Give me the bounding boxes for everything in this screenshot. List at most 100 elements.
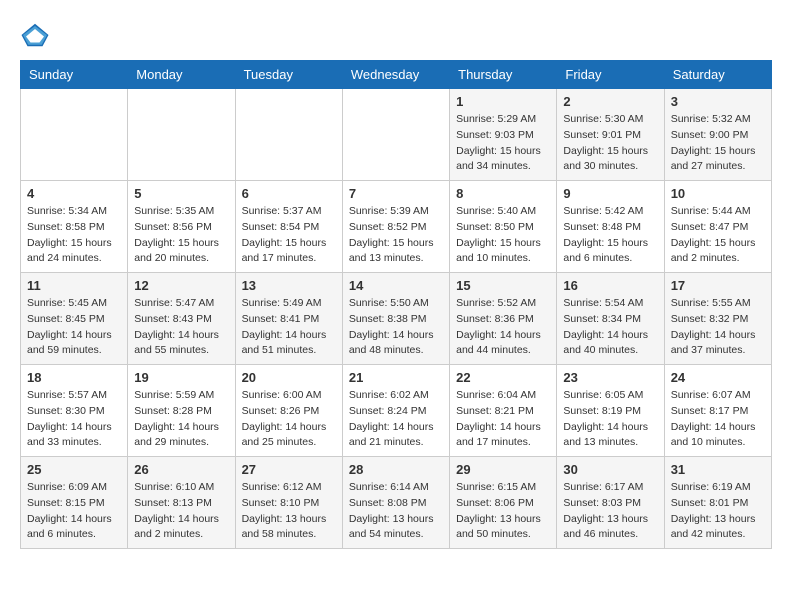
- calendar-week-row: 4 Sunrise: 5:34 AMSunset: 8:58 PMDaylight…: [21, 181, 772, 273]
- calendar-cell: 7 Sunrise: 5:39 AMSunset: 8:52 PMDaylight…: [342, 181, 449, 273]
- col-header-monday: Monday: [128, 61, 235, 89]
- calendar-cell: 16 Sunrise: 5:54 AMSunset: 8:34 PMDayligh…: [557, 273, 664, 365]
- day-info: Sunrise: 6:10 AMSunset: 8:13 PMDaylight:…: [134, 480, 228, 543]
- day-info: Sunrise: 5:35 AMSunset: 8:56 PMDaylight:…: [134, 204, 228, 267]
- day-info: Sunrise: 5:42 AMSunset: 8:48 PMDaylight:…: [563, 204, 657, 267]
- calendar-cell: 3 Sunrise: 5:32 AMSunset: 9:00 PMDaylight…: [664, 89, 771, 181]
- calendar-cell: 15 Sunrise: 5:52 AMSunset: 8:36 PMDayligh…: [450, 273, 557, 365]
- day-info: Sunrise: 6:07 AMSunset: 8:17 PMDaylight:…: [671, 388, 765, 451]
- day-number: 4: [27, 186, 121, 201]
- day-number: 27: [242, 462, 336, 477]
- calendar-cell: 28 Sunrise: 6:14 AMSunset: 8:08 PMDayligh…: [342, 457, 449, 549]
- calendar-cell: 4 Sunrise: 5:34 AMSunset: 8:58 PMDaylight…: [21, 181, 128, 273]
- calendar-cell: 17 Sunrise: 5:55 AMSunset: 8:32 PMDayligh…: [664, 273, 771, 365]
- day-number: 7: [349, 186, 443, 201]
- calendar-cell: 1 Sunrise: 5:29 AMSunset: 9:03 PMDaylight…: [450, 89, 557, 181]
- day-number: 8: [456, 186, 550, 201]
- calendar-cell: 13 Sunrise: 5:49 AMSunset: 8:41 PMDayligh…: [235, 273, 342, 365]
- day-number: 10: [671, 186, 765, 201]
- day-info: Sunrise: 5:50 AMSunset: 8:38 PMDaylight:…: [349, 296, 443, 359]
- day-info: Sunrise: 5:34 AMSunset: 8:58 PMDaylight:…: [27, 204, 121, 267]
- calendar-cell: 22 Sunrise: 6:04 AMSunset: 8:21 PMDayligh…: [450, 365, 557, 457]
- day-info: Sunrise: 5:39 AMSunset: 8:52 PMDaylight:…: [349, 204, 443, 267]
- day-info: Sunrise: 5:44 AMSunset: 8:47 PMDaylight:…: [671, 204, 765, 267]
- calendar-cell: 25 Sunrise: 6:09 AMSunset: 8:15 PMDayligh…: [21, 457, 128, 549]
- day-info: Sunrise: 5:37 AMSunset: 8:54 PMDaylight:…: [242, 204, 336, 267]
- calendar-cell: [128, 89, 235, 181]
- day-info: Sunrise: 5:54 AMSunset: 8:34 PMDaylight:…: [563, 296, 657, 359]
- day-info: Sunrise: 6:02 AMSunset: 8:24 PMDaylight:…: [349, 388, 443, 451]
- day-number: 13: [242, 278, 336, 293]
- calendar-cell: 14 Sunrise: 5:50 AMSunset: 8:38 PMDayligh…: [342, 273, 449, 365]
- col-header-saturday: Saturday: [664, 61, 771, 89]
- calendar-header-row: SundayMondayTuesdayWednesdayThursdayFrid…: [21, 61, 772, 89]
- day-number: 1: [456, 94, 550, 109]
- day-number: 2: [563, 94, 657, 109]
- day-info: Sunrise: 6:04 AMSunset: 8:21 PMDaylight:…: [456, 388, 550, 451]
- col-header-thursday: Thursday: [450, 61, 557, 89]
- logo: [20, 20, 54, 50]
- calendar-cell: [342, 89, 449, 181]
- day-number: 24: [671, 370, 765, 385]
- col-header-wednesday: Wednesday: [342, 61, 449, 89]
- calendar-cell: 23 Sunrise: 6:05 AMSunset: 8:19 PMDayligh…: [557, 365, 664, 457]
- logo-icon: [20, 20, 50, 50]
- day-number: 15: [456, 278, 550, 293]
- day-info: Sunrise: 5:32 AMSunset: 9:00 PMDaylight:…: [671, 112, 765, 175]
- day-number: 30: [563, 462, 657, 477]
- day-info: Sunrise: 5:59 AMSunset: 8:28 PMDaylight:…: [134, 388, 228, 451]
- day-number: 31: [671, 462, 765, 477]
- day-number: 19: [134, 370, 228, 385]
- day-number: 6: [242, 186, 336, 201]
- day-info: Sunrise: 5:29 AMSunset: 9:03 PMDaylight:…: [456, 112, 550, 175]
- calendar-week-row: 1 Sunrise: 5:29 AMSunset: 9:03 PMDaylight…: [21, 89, 772, 181]
- day-info: Sunrise: 6:19 AMSunset: 8:01 PMDaylight:…: [671, 480, 765, 543]
- day-info: Sunrise: 6:12 AMSunset: 8:10 PMDaylight:…: [242, 480, 336, 543]
- day-number: 9: [563, 186, 657, 201]
- col-header-tuesday: Tuesday: [235, 61, 342, 89]
- calendar-week-row: 25 Sunrise: 6:09 AMSunset: 8:15 PMDayligh…: [21, 457, 772, 549]
- col-header-friday: Friday: [557, 61, 664, 89]
- day-number: 14: [349, 278, 443, 293]
- calendar-cell: 19 Sunrise: 5:59 AMSunset: 8:28 PMDayligh…: [128, 365, 235, 457]
- day-number: 21: [349, 370, 443, 385]
- day-info: Sunrise: 5:52 AMSunset: 8:36 PMDaylight:…: [456, 296, 550, 359]
- day-number: 18: [27, 370, 121, 385]
- day-info: Sunrise: 5:55 AMSunset: 8:32 PMDaylight:…: [671, 296, 765, 359]
- calendar-cell: 5Sunrise: 5:35 AMSunset: 8:56 PMDaylight…: [128, 181, 235, 273]
- day-number: 25: [27, 462, 121, 477]
- calendar-cell: 30 Sunrise: 6:17 AMSunset: 8:03 PMDayligh…: [557, 457, 664, 549]
- day-number: 3: [671, 94, 765, 109]
- calendar-cell: 31 Sunrise: 6:19 AMSunset: 8:01 PMDayligh…: [664, 457, 771, 549]
- day-info: Sunrise: 5:49 AMSunset: 8:41 PMDaylight:…: [242, 296, 336, 359]
- day-number: 22: [456, 370, 550, 385]
- calendar-cell: 6 Sunrise: 5:37 AMSunset: 8:54 PMDaylight…: [235, 181, 342, 273]
- day-info: Sunrise: 6:14 AMSunset: 8:08 PMDaylight:…: [349, 480, 443, 543]
- calendar-week-row: 11 Sunrise: 5:45 AMSunset: 8:45 PMDayligh…: [21, 273, 772, 365]
- day-info: Sunrise: 5:45 AMSunset: 8:45 PMDaylight:…: [27, 296, 121, 359]
- calendar-table: SundayMondayTuesdayWednesdayThursdayFrid…: [20, 60, 772, 549]
- day-info: Sunrise: 6:15 AMSunset: 8:06 PMDaylight:…: [456, 480, 550, 543]
- day-number: 16: [563, 278, 657, 293]
- day-info: Sunrise: 6:05 AMSunset: 8:19 PMDaylight:…: [563, 388, 657, 451]
- day-info: Sunrise: 6:09 AMSunset: 8:15 PMDaylight:…: [27, 480, 121, 543]
- calendar-cell: 27 Sunrise: 6:12 AMSunset: 8:10 PMDayligh…: [235, 457, 342, 549]
- calendar-cell: 20Sunrise: 6:00 AMSunset: 8:26 PMDayligh…: [235, 365, 342, 457]
- calendar-cell: 12Sunrise: 5:47 AMSunset: 8:43 PMDayligh…: [128, 273, 235, 365]
- day-number: 29: [456, 462, 550, 477]
- day-number: 26: [134, 462, 228, 477]
- day-info: Sunrise: 5:30 AMSunset: 9:01 PMDaylight:…: [563, 112, 657, 175]
- day-number: 11: [27, 278, 121, 293]
- calendar-cell: 18Sunrise: 5:57 AMSunset: 8:30 PMDayligh…: [21, 365, 128, 457]
- calendar-cell: [21, 89, 128, 181]
- col-header-sunday: Sunday: [21, 61, 128, 89]
- day-info: Sunrise: 6:17 AMSunset: 8:03 PMDaylight:…: [563, 480, 657, 543]
- calendar-cell: 2 Sunrise: 5:30 AMSunset: 9:01 PMDaylight…: [557, 89, 664, 181]
- day-number: 28: [349, 462, 443, 477]
- day-info: Sunrise: 6:00 AMSunset: 8:26 PMDaylight:…: [242, 388, 336, 451]
- calendar-cell: 24 Sunrise: 6:07 AMSunset: 8:17 PMDayligh…: [664, 365, 771, 457]
- calendar-cell: [235, 89, 342, 181]
- day-number: 17: [671, 278, 765, 293]
- day-number: 23: [563, 370, 657, 385]
- calendar-cell: 11 Sunrise: 5:45 AMSunset: 8:45 PMDayligh…: [21, 273, 128, 365]
